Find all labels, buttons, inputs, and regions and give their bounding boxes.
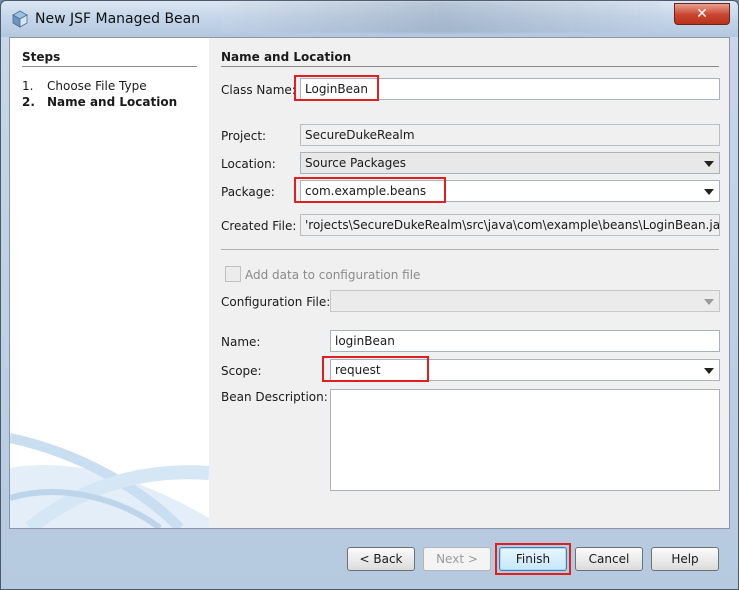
add-config-label: Add data to configuration file bbox=[245, 268, 421, 282]
bean-description-textarea[interactable] bbox=[330, 389, 720, 491]
created-file-field: 'rojects\SecureDukeRealm\src\java\com\ex… bbox=[300, 214, 720, 236]
config-file-label: Configuration File: bbox=[221, 295, 331, 309]
decorative-swoosh bbox=[10, 433, 209, 528]
project-field: SecureDukeRealm bbox=[300, 124, 720, 146]
package-highlight bbox=[294, 177, 446, 203]
scope-highlight bbox=[322, 356, 429, 382]
window-title: New JSF Managed Bean bbox=[35, 11, 201, 27]
step-number: 2. bbox=[22, 95, 35, 109]
bean-description-label: Bean Description: bbox=[221, 390, 328, 404]
dialog-content: Steps 1. Choose File Type 2. Name and Loca… bbox=[9, 37, 730, 529]
chevron-down-icon bbox=[704, 189, 714, 195]
add-config-checkbox[interactable] bbox=[225, 266, 241, 282]
config-file-select[interactable] bbox=[330, 290, 720, 312]
steps-divider bbox=[22, 66, 197, 67]
next-button[interactable]: Next > bbox=[423, 547, 491, 571]
scope-label: Scope: bbox=[221, 364, 262, 378]
finish-highlight bbox=[495, 543, 571, 575]
project-label: Project: bbox=[221, 129, 267, 143]
steps-panel: Steps 1. Choose File Type 2. Name and Loca… bbox=[10, 38, 209, 528]
separator bbox=[221, 249, 719, 250]
name-label: Name: bbox=[221, 335, 261, 349]
created-file-label: Created File: bbox=[221, 219, 297, 233]
name-input[interactable]: loginBean bbox=[330, 330, 720, 352]
step-label: Choose File Type bbox=[47, 79, 147, 93]
back-button[interactable]: < Back bbox=[347, 547, 415, 571]
chevron-down-icon bbox=[704, 161, 714, 167]
location-select[interactable]: Source Packages bbox=[300, 152, 720, 174]
close-button[interactable]: ✕ bbox=[674, 3, 730, 25]
bean-cube-icon bbox=[12, 10, 28, 28]
section-title: Name and Location bbox=[221, 50, 352, 64]
button-bar: < Back Next > Finish Cancel Help bbox=[9, 529, 730, 587]
dialog-window: New JSF Managed Bean ✕ Steps 1. Choose Fi… bbox=[0, 0, 739, 590]
location-value: Source Packages bbox=[305, 156, 407, 170]
cancel-button[interactable]: Cancel bbox=[575, 547, 643, 571]
title-bar[interactable]: New JSF Managed Bean ✕ bbox=[1, 1, 738, 37]
step-label: Name and Location bbox=[47, 95, 178, 109]
chevron-down-icon bbox=[704, 299, 714, 305]
background-app-blur bbox=[221, 1, 661, 33]
class-name-highlight bbox=[294, 75, 379, 101]
step-number: 1. bbox=[22, 79, 34, 93]
step-name-and-location: 2. Name and Location bbox=[22, 95, 177, 109]
help-button[interactable]: Help bbox=[651, 547, 719, 571]
chevron-down-icon bbox=[704, 368, 714, 374]
package-label: Package: bbox=[221, 185, 275, 199]
location-label: Location: bbox=[221, 157, 276, 171]
class-name-label: Class Name: bbox=[221, 83, 296, 97]
main-panel: Name and Location Class Name: LoginBean … bbox=[209, 38, 729, 528]
section-divider bbox=[221, 66, 719, 67]
steps-heading: Steps bbox=[22, 50, 61, 64]
step-choose-file-type: 1. Choose File Type bbox=[22, 79, 147, 93]
